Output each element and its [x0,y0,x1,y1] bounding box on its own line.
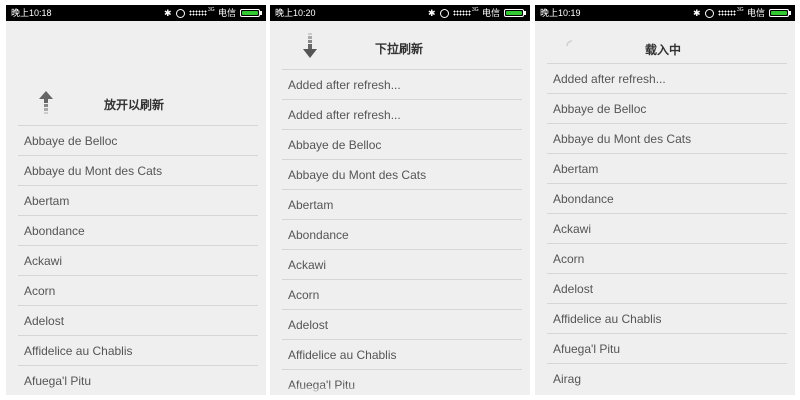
list-item-label: Abbaye du Mont des Cats [288,168,427,182]
signal-icon [718,10,736,16]
list-item-label: Afuega'l Pitu [553,342,621,356]
list-item-label: Abbaye de Belloc [553,102,647,116]
carrier-label: 电信 [218,8,237,18]
list-item-label: Abbaye de Belloc [24,134,118,148]
list-item-label: Adelost [553,282,594,296]
bluetooth-icon: ✱ [428,8,436,18]
list-item[interactable]: Affidelice au Chablis [547,303,787,333]
list-item-label: Abertam [553,162,599,176]
list-item-label: Added after refresh... [553,72,666,86]
status-bar: 晚上10:20 ✱ 3G 电信 [270,5,530,21]
list-item-label: Acorn [288,288,320,302]
network-type: 3G [737,7,744,13]
header-status-label: 载入中 [645,43,682,57]
list-item[interactable]: Abondance [282,219,522,249]
status-time: 晚上10:20 [275,8,316,18]
list-item[interactable]: Abbaye de Belloc [18,125,258,155]
bluetooth-icon: ✱ [693,8,701,18]
header-status-label: 放开以刷新 [104,98,165,112]
list-item-label: Affidelice au Chablis [553,312,662,326]
status-time: 晚上10:18 [11,8,52,18]
battery-icon [240,9,260,17]
list-item[interactable]: Added after refresh... [282,99,522,129]
list-item[interactable]: Acorn [547,243,787,273]
header-status-label: 下拉刷新 [375,42,424,56]
list-item-label: Afuega'l Pitu [24,374,92,388]
status-time: 晚上10:19 [540,8,581,18]
list-item-label: Ackawi [24,254,63,268]
list-item[interactable]: Ackawi [18,245,258,275]
list-item[interactable]: Affidelice au Chablis [282,339,522,369]
list-item[interactable]: Added after refresh... [547,63,787,93]
phone-screen-release: 晚上10:18 ✱ 3G 电信 放开以刷新 Abbaye de Belloc A… [6,5,266,395]
list-item[interactable]: Affidelice au Chablis [18,335,258,365]
bluetooth-icon: ✱ [164,8,172,18]
phone-screen-loading: 晚上10:19 ✱ 3G 电信 载入中 Added after refresh.… [535,5,795,395]
signal-icon [189,10,207,16]
list-item-label: Abondance [288,228,349,242]
phone-screen-pull: 晚上10:20 ✱ 3G 电信 下拉刷新 Added after refresh… [270,5,530,395]
list-item[interactable]: Abbaye de Belloc [547,93,787,123]
carrier-label: 电信 [482,8,501,18]
list-item[interactable]: Ackawi [547,213,787,243]
list-item-label: Affidelice au Chablis [288,348,397,362]
arrow-up-icon [39,91,53,114]
list-item[interactable]: Abbaye du Mont des Cats [18,155,258,185]
list-item[interactable]: Adelost [18,305,258,335]
signal-icon [453,10,471,16]
battery-icon [504,9,524,17]
status-bar: 晚上10:18 ✱ 3G 电信 [6,5,266,21]
list-item[interactable]: Abbaye du Mont des Cats [547,123,787,153]
list-item[interactable]: Abondance [18,215,258,245]
refresh-header: 下拉刷新 [270,21,530,69]
list-item[interactable]: Acorn [18,275,258,305]
list-item-label: Abondance [24,224,85,238]
list-item[interactable]: Abbaye de Belloc [282,129,522,159]
list-item-label: Abertam [288,198,334,212]
list-item-label: Acorn [553,252,585,266]
carrier-label: 电信 [747,8,766,18]
battery-icon [769,9,789,17]
loading-spinner-icon [566,40,573,47]
alarm-icon [176,9,185,18]
list-item-label: Abertam [24,194,70,208]
alarm-icon [705,9,714,18]
list-item-label: Acorn [24,284,56,298]
list-item-label: Added after refresh... [288,108,401,122]
list-item[interactable]: Ackawi [282,249,522,279]
list-item-label: Adelost [24,314,65,328]
list-item[interactable]: Adelost [282,309,522,339]
list-item[interactable]: Airag [547,363,787,393]
list-item[interactable]: Afuega'l Pitu [18,365,258,395]
refresh-header: 放开以刷新 [6,21,266,126]
list-item-label: Abondance [553,192,614,206]
arrow-down-icon [303,33,317,58]
list-item[interactable]: Afuega'l Pitu [547,333,787,363]
list-item-label: Affidelice au Chablis [24,344,133,358]
list-item-label: Ackawi [553,222,592,236]
list-item-label: Airag [553,372,582,386]
list-item[interactable]: Adelost [547,273,787,303]
list-item[interactable]: Abertam [547,153,787,183]
list-item[interactable]: Abertam [18,185,258,215]
refresh-header: 载入中 [535,21,795,63]
list-item-label: Abbaye de Belloc [288,138,382,152]
network-type: 3G [472,7,479,13]
status-bar: 晚上10:19 ✱ 3G 电信 [535,5,795,21]
alarm-icon [440,9,449,18]
list-item-label: Adelost [288,318,329,332]
list-item[interactable]: Added after refresh... [282,69,522,99]
list-item-label: Ackawi [288,258,327,272]
list-item-label: Abbaye du Mont des Cats [24,164,163,178]
list-item[interactable]: Abertam [282,189,522,219]
list-fade [270,385,530,395]
network-type: 3G [208,7,215,13]
list-item-label: Abbaye du Mont des Cats [553,132,692,146]
list-item[interactable]: Abbaye du Mont des Cats [282,159,522,189]
list-item[interactable]: Abondance [547,183,787,213]
list-item-label: Added after refresh... [288,78,401,92]
list-item[interactable]: Acorn [282,279,522,309]
